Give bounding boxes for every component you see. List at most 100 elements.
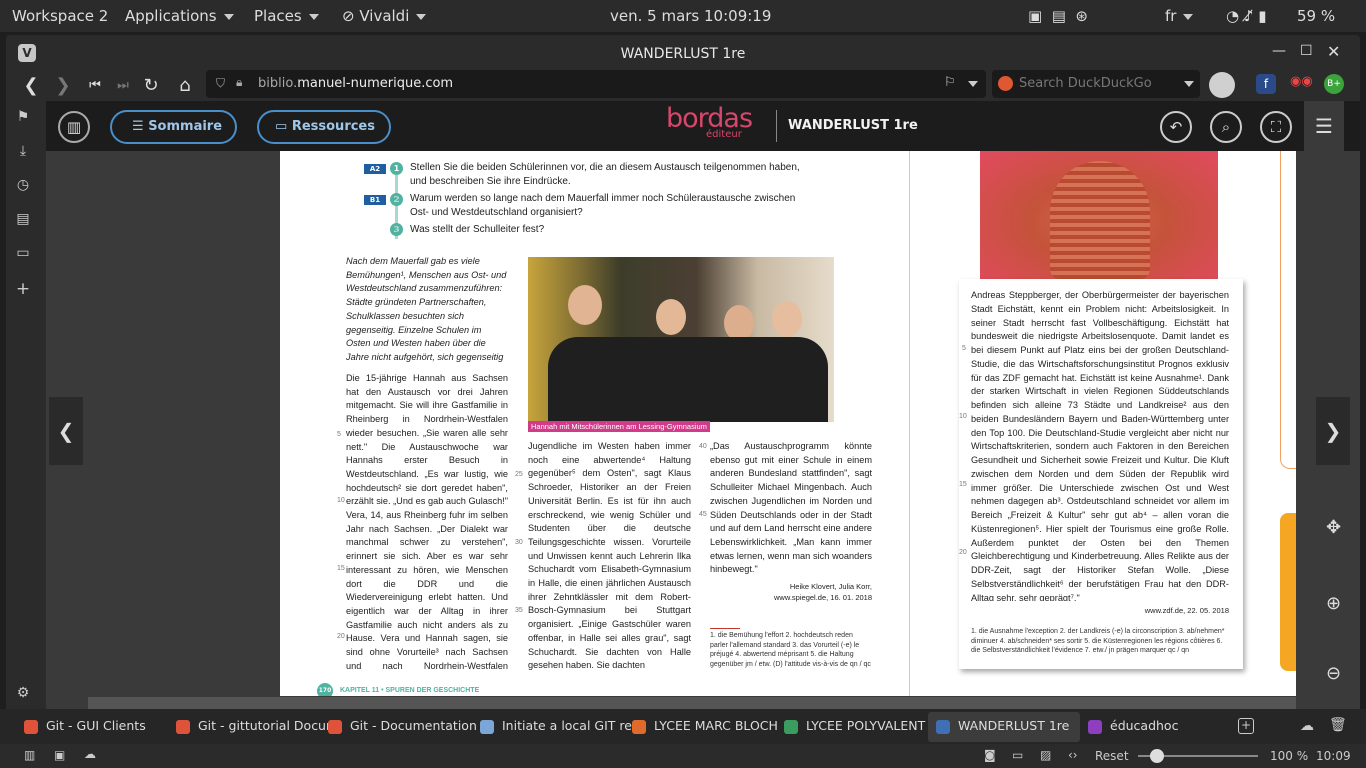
extension-b-icon[interactable]: B+ [1324,74,1344,94]
next-page-button[interactable]: ❯ [1316,397,1350,465]
duckduckgo-icon [998,76,1013,91]
page-number: 170 [317,683,333,696]
applications-menu[interactable]: Applications [125,7,234,25]
question-line [395,175,398,239]
sommaire-button[interactable]: ☰ Sommaire [110,110,237,144]
language-indicator[interactable]: fr [1165,7,1194,25]
prev-page-button[interactable]: ❮ [49,397,83,465]
downloads-icon[interactable]: ⤓ [14,143,32,161]
git-icon [328,719,342,734]
side-note-box [1280,151,1296,469]
forward-button[interactable]: ❯ [52,75,74,97]
bookmarks-icon[interactable]: ⚑ [14,109,32,127]
tab-git-gittutorial[interactable]: Git - gittutorial Docum [176,718,338,734]
question-1: Stellen Sie die beiden Schülerinnen vor,… [410,162,800,187]
back-button[interactable]: ❮ [20,75,42,97]
title-bar: V WANDERLUST 1re — ☐ ✕ [6,35,1360,69]
tab-initiate-git[interactable]: Initiate a local GIT rep [480,718,640,734]
git-icon [176,719,190,734]
tab-lycee-polyvalent[interactable]: LYCEE POLYVALENT [784,718,925,734]
new-tab-button[interactable]: + [1238,718,1254,734]
history-icon[interactable]: ◷ [14,177,32,195]
clock[interactable]: ven. 5 mars 10:09:19 [610,7,771,25]
fastforward-button[interactable]: ⏭ [112,75,134,97]
add-panel-icon[interactable]: + [14,279,32,299]
article-column-2: Jugendliche im Westen haben immer noch e… [528,441,691,671]
home-button[interactable]: ⌂ [174,75,196,97]
history-dropdown-icon[interactable] [968,81,978,87]
cloud-icon[interactable]: ☁ [1300,718,1314,734]
capture-icon[interactable]: ◙ [984,748,996,762]
sync-cloud-icon[interactable]: ☁ [84,747,96,761]
chapter-footer: KAPITEL 11 • SPUREN DER GESCHICHTE [340,687,480,694]
bordas-icon [936,719,950,734]
search-field[interactable]: Search DuckDuckGo [992,70,1200,98]
fullscreen-button[interactable]: ⛶ [1260,111,1292,143]
address-bar[interactable]: ⛉ 🔒︎ biblio.manuel-numerique.com ⚐ [206,70,986,98]
tab-wanderlust[interactable]: WANDERLUST 1re [936,718,1069,734]
app-header: ▥ ☰ Sommaire ▭ Ressources bordas éditeur… [46,101,1360,151]
window-panel-icon[interactable]: ▭ [14,245,32,263]
side-info-box [1280,513,1296,671]
zoom-level: 100 % [1270,749,1309,763]
extension-f-icon[interactable]: f [1256,74,1276,94]
panel-toggle-icon[interactable]: ▥ [24,748,35,762]
tray-icons[interactable]: ▣ ▤ ⊛ [1028,7,1088,25]
code-icon[interactable]: ‹› [1068,748,1078,762]
status-bar: ▥ ▣ ☁ ◙ ▭ ▨ ‹› Reset 100 % 10:09 [0,744,1366,768]
folder-icon: ▭ [275,119,288,134]
school-icon [632,719,646,734]
article-author: Heike Klovert, Julia Korr, [789,582,872,591]
sommaire-label: Sommaire [148,119,223,134]
image-icon[interactable]: ▨ [1040,748,1051,762]
level-badge-a2: A2 [364,164,386,174]
tiling-icon[interactable]: ▣ [54,748,65,762]
photo-caption: Hannah mit Mitschülerinnen am Lessing-Gy… [528,421,710,432]
intro-text: Nach dem Mauerfall gab es viele Bemühung… [346,256,507,362]
lock-icon[interactable]: 🔒︎ [236,75,242,90]
vivaldi-app-menu[interactable]: ⊘ Vivaldi [342,7,427,25]
zoom-out-icon[interactable]: ⊖ [1326,663,1341,684]
search-engine-dropdown-icon[interactable] [1184,81,1194,87]
zoom-slider-thumb[interactable] [1150,749,1164,763]
bordas-logo: bordas éditeur [666,103,753,140]
reload-button[interactable]: ↻ [140,75,162,97]
move-icon[interactable]: ✥ [1326,517,1341,538]
library-button[interactable]: ▥ [58,111,90,143]
trash-icon[interactable]: 🗑︎ [1329,717,1347,733]
tab-bar: Git - GUI Clients Git - gittutorial Docu… [0,709,1366,744]
list-icon: ☰ [132,119,144,134]
article-source: www.spiegel.de, 16. 01. 2018 [774,593,872,602]
tab-lycee-marc-bloch[interactable]: LYCEE MARC BLOCH [632,718,778,734]
tab-educadhoc[interactable]: éducadhoc [1088,718,1178,734]
ressources-label: Ressources [291,119,375,134]
search-button[interactable]: ⌕ [1210,111,1242,143]
maximize-button[interactable]: ☐ [1300,43,1313,59]
minimize-button[interactable]: — [1272,43,1286,59]
header-divider [776,110,777,142]
places-menu[interactable]: Places [254,7,319,25]
zoom-reset[interactable]: Reset [1095,749,1129,763]
settings-gear-icon[interactable]: ⚙ [14,685,32,703]
close-button[interactable]: ✕ [1327,42,1340,61]
bookmark-icon[interactable]: ⚐ [944,75,956,90]
menu-hamburger-button[interactable]: ☰ [1304,101,1344,151]
profile-avatar[interactable] [1209,72,1235,98]
workspace-label[interactable]: Workspace 2 [12,7,108,25]
side-panel: ⚑ ⤓ ◷ ▤ ▭ + ⚙ [6,101,40,709]
horizontal-scrollbar[interactable] [88,697,1296,709]
zdf-footnotes: 1. die Ausnahme l'exception 2. der Landk… [971,628,1225,655]
rewind-button[interactable]: ⏮ [84,75,106,97]
ressources-button[interactable]: ▭ Ressources [257,110,391,144]
window-tile-icon[interactable]: ▭ [1012,748,1023,762]
git-icon [24,719,38,734]
network-sound-icons[interactable]: ◔ ♪̸ ▮ [1226,7,1266,25]
zoom-in-icon[interactable]: ⊕ [1326,593,1341,614]
notes-icon[interactable]: ▤ [14,211,32,229]
tab-git-documentation[interactable]: Git - Documentation [328,718,477,734]
extension-eyes-icon[interactable]: ◉◉ [1290,74,1313,94]
undo-button[interactable]: ↶ [1160,111,1192,143]
tab-git-gui-clients[interactable]: Git - GUI Clients [24,718,146,734]
battery-percent[interactable]: 59 % [1297,7,1335,25]
shield-icon[interactable]: ⛉ [216,76,225,91]
